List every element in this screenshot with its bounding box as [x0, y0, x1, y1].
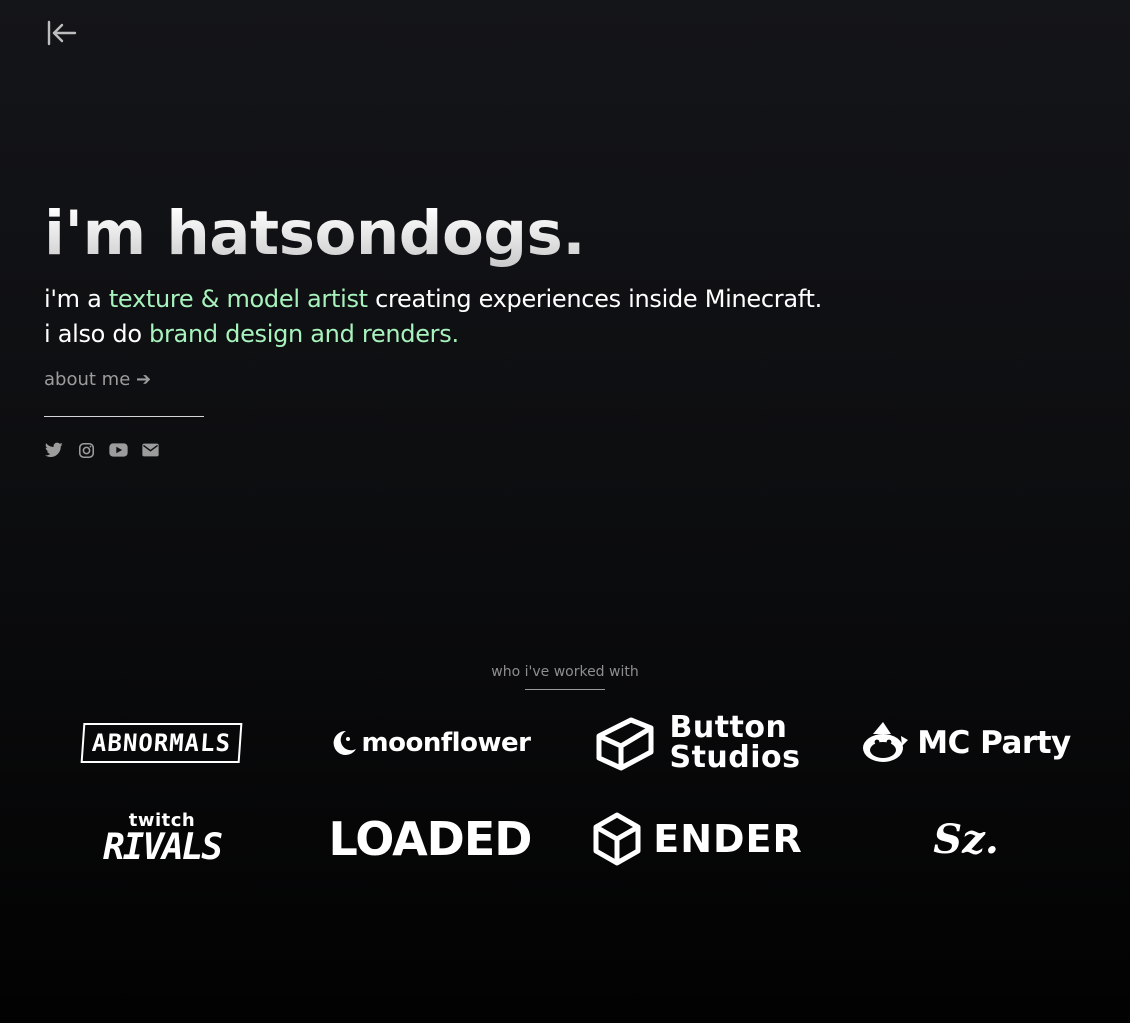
logo-twitch-rivals: twitch RIVALS [28, 786, 296, 892]
logo-loaded: LOADED [296, 786, 564, 892]
moonflower-wordmark: moonflower [361, 728, 531, 758]
hero-divider [44, 416, 204, 417]
hero-section: i'm hatsondogs. i'm a texture & model ar… [44, 196, 1044, 460]
logo-abnormals: ABNORMALS [28, 700, 296, 786]
twitch-rivals-line2: RIVALS [102, 827, 223, 868]
sz-wordmark: Sz. [933, 815, 999, 863]
logo-sz: Sz. [832, 786, 1100, 892]
button-studios-cube-icon [596, 717, 654, 771]
moonflower-moon-icon [333, 730, 356, 755]
social-links [44, 440, 1044, 460]
collapse-sidebar-button[interactable] [44, 18, 78, 48]
button-studios-line2: Studios [669, 740, 801, 775]
tagline-line1-prefix: i'm a [44, 285, 109, 313]
hero-tagline: i'm a texture & model artist creating ex… [44, 282, 1044, 352]
client-logos-grid: ABNORMALS moonflower Button Studios MC P… [28, 700, 1100, 892]
tagline-highlight-brand-design: brand design and renders. [149, 320, 459, 348]
hero-title: i'm hatsondogs. [44, 196, 1044, 272]
email-link[interactable] [140, 440, 160, 460]
button-studios-line1: Button [669, 710, 788, 745]
youtube-icon [108, 443, 128, 457]
logo-button-studios: Button Studios [564, 700, 832, 786]
youtube-link[interactable] [108, 440, 128, 460]
ender-wordmark: ENDER [653, 817, 803, 861]
instagram-icon [78, 442, 94, 458]
loaded-wordmark: LOADED [328, 812, 533, 866]
logo-ender: ENDER [564, 786, 832, 892]
ender-cube-icon [593, 812, 641, 866]
abnormals-wordmark: ABNORMALS [81, 723, 243, 763]
worked-with-underline [525, 689, 605, 690]
tagline-line2-prefix: i also do [44, 320, 150, 348]
mc-party-mascot-icon [863, 722, 909, 762]
twitter-link[interactable] [44, 440, 64, 460]
email-icon [141, 443, 159, 457]
logo-moonflower: moonflower [296, 700, 564, 786]
instagram-link[interactable] [76, 440, 96, 460]
worked-with-section: who i've worked with [0, 662, 1130, 690]
mc-party-wordmark: MC Party [917, 725, 1071, 761]
button-studios-wordmark: Button Studios [669, 713, 800, 773]
logo-mc-party: MC Party [832, 700, 1100, 786]
about-me-link[interactable]: about me ➔ [44, 368, 151, 392]
worked-with-label: who i've worked with [491, 664, 639, 680]
tagline-highlight-texture-artist: texture & model artist [108, 285, 368, 313]
twitter-icon [45, 442, 63, 457]
collapse-left-arrow-icon [47, 20, 77, 46]
tagline-line1-suffix: creating experiences inside Minecraft. [367, 285, 822, 313]
